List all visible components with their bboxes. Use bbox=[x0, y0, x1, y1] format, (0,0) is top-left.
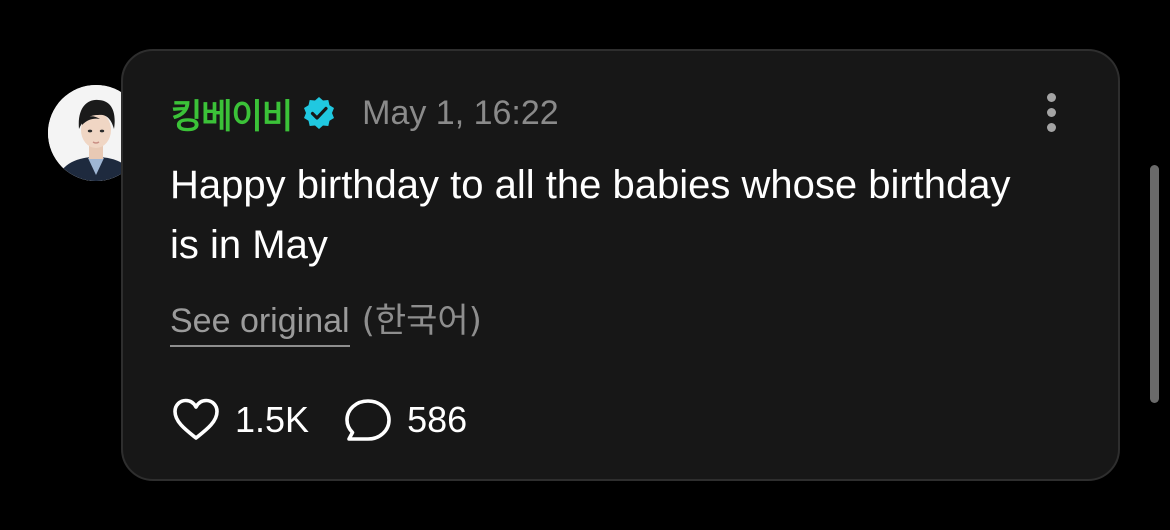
post-timestamp: May 1, 16:22 bbox=[362, 93, 559, 132]
author-name[interactable]: 킹베이비 bbox=[171, 89, 293, 138]
like-count: 1.5K bbox=[235, 399, 310, 440]
verified-badge-icon bbox=[304, 97, 335, 129]
comment-bubble-icon bbox=[345, 399, 391, 441]
more-options-button[interactable] bbox=[1038, 91, 1066, 133]
post-actions: 1.5K 586 bbox=[171, 393, 467, 447]
original-language-label: (한국어) bbox=[361, 301, 482, 341]
see-original-link[interactable]: See original bbox=[170, 302, 350, 347]
post-header: 킹베이비 May 1, 16:22 bbox=[171, 89, 559, 137]
translation-row: See original (한국어) bbox=[170, 293, 482, 347]
post-text: Happy birthday to all the babies whose b… bbox=[170, 163, 1011, 267]
post-card[interactable]: 킹베이비 May 1, 16:22 Happy birthday to all … bbox=[121, 49, 1120, 481]
comment-button[interactable]: 586 bbox=[343, 397, 467, 443]
comment-count: 586 bbox=[407, 399, 468, 440]
scrollbar-thumb[interactable] bbox=[1150, 165, 1159, 403]
like-button[interactable]: 1.5K bbox=[171, 397, 309, 443]
heart-icon bbox=[173, 398, 219, 440]
more-vertical-icon bbox=[1047, 93, 1056, 102]
more-dot bbox=[1047, 123, 1056, 132]
more-dot bbox=[1047, 108, 1056, 117]
